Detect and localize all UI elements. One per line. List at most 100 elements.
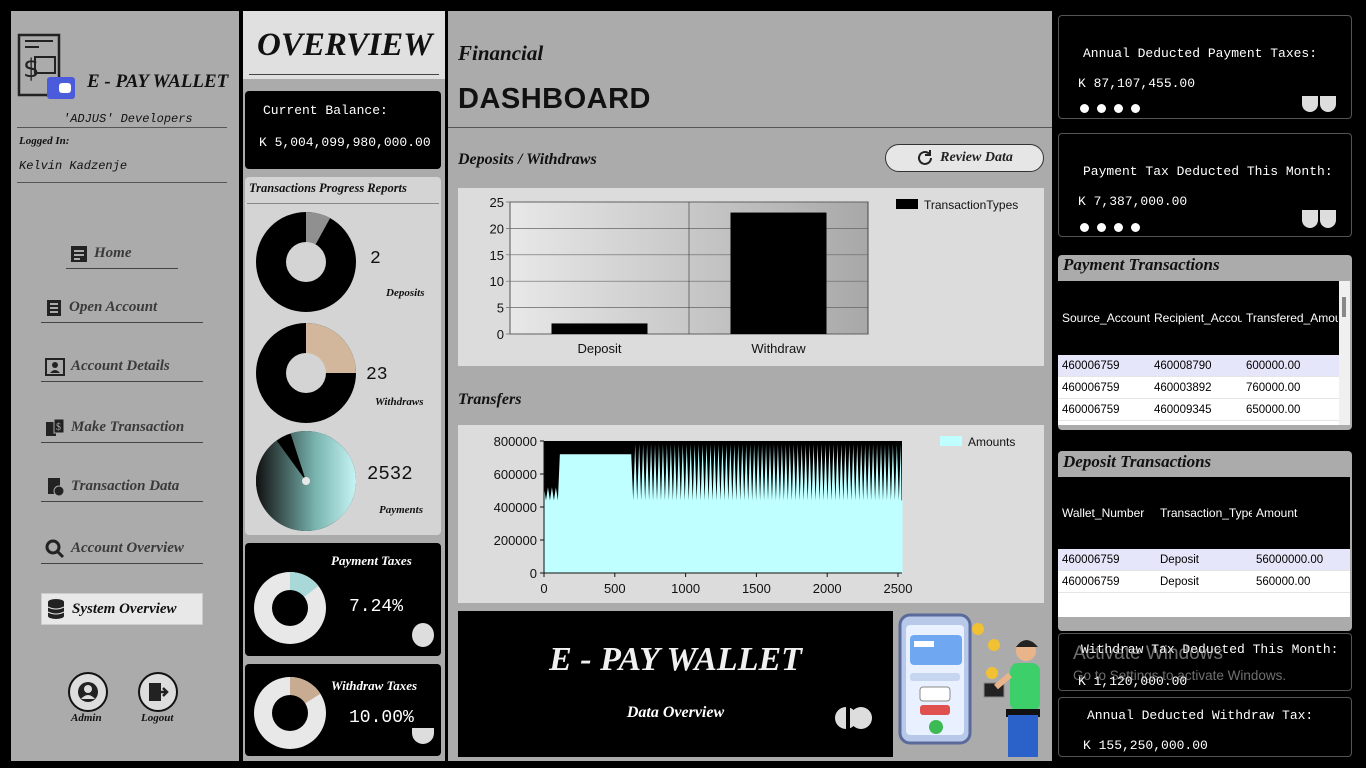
badge-icon <box>834 706 874 735</box>
annual-payment-tax-card: Annual Deducted Payment Taxes: K 87,107,… <box>1058 15 1352 119</box>
table-cell: 760000.00 <box>1246 381 1301 394</box>
legend-swatch <box>940 436 962 446</box>
nav-label: Account Overview <box>71 540 184 556</box>
monthly-payment-tax-value: K 7,387,000.00 <box>1078 194 1188 209</box>
review-data-label: Review Data <box>940 150 1013 165</box>
table-cell: Deposit <box>1160 553 1199 566</box>
x-tick-label: 0 <box>540 581 547 596</box>
legend-swatch <box>896 199 918 209</box>
nav-account-overview[interactable]: Account Overview <box>41 534 203 564</box>
banner-subtitle: Data Overview <box>626 704 725 721</box>
deposits-withdraws-chart: 25 20 15 10 5 0 Deposit Withdraw TransactionType… <box>458 188 1044 366</box>
table-row[interactable]: 460006759 Deposit 56000000.00 <box>1058 549 1350 571</box>
watermark-subtitle: Go to Settings to activate Windows. <box>1073 668 1287 683</box>
y-tick-label: 400000 <box>494 500 537 515</box>
column-header[interactable]: Transaction_Type <box>1156 506 1252 520</box>
column-header[interactable]: Recipient_Accour <box>1150 311 1242 325</box>
x-tick-label: 500 <box>604 581 626 596</box>
y-tick-label: 15 <box>490 248 504 263</box>
column-header[interactable]: Wallet_Number <box>1058 506 1156 520</box>
scrollbar-thumb[interactable] <box>1342 297 1346 317</box>
balance-value: K 5,004,099,980,000.00 <box>259 135 431 150</box>
database-icon <box>47 599 65 619</box>
donut-hole <box>272 695 308 731</box>
table-cell: 460006759 <box>1062 575 1120 588</box>
table-row[interactable]: 460006759 Deposit 560000.00 <box>1058 571 1350 593</box>
column-header[interactable]: Amount <box>1252 506 1348 520</box>
annual-withdraw-tax-value: K 155,250,000.00 <box>1083 738 1208 753</box>
withdraw-taxes-label: Withdraw Taxes <box>331 678 418 693</box>
nav-transaction-data[interactable]: Transaction Data <box>41 472 203 502</box>
badge-icon <box>1300 96 1338 119</box>
developers-label: 'ADJUS' Developers <box>59 112 197 126</box>
y-tick-label: 800000 <box>494 434 537 449</box>
phone-payment-illustration <box>898 611 1048 764</box>
table-header: Source_Account_ Recipient_Accour Transfe… <box>1058 281 1350 355</box>
y-tick-label: 600000 <box>494 467 537 482</box>
deposits-count: 2 <box>370 249 381 269</box>
badge-icon <box>1300 210 1338 235</box>
overview-panel: OVERVIEW Current Balance: K 5,004,099,98… <box>243 11 445 761</box>
annual-payment-tax-value: K 87,107,455.00 <box>1078 76 1196 91</box>
user-name: Kelvin Kadzenje <box>19 159 128 173</box>
annual-withdraw-tax-label: Annual Deducted Withdraw Tax: <box>1087 708 1314 723</box>
admin-button[interactable] <box>68 672 108 712</box>
table-row[interactable]: 460006759 460009345 650000.00 <box>1058 399 1350 421</box>
scrollbar[interactable] <box>1339 281 1350 425</box>
table-cell: 460006759 <box>1062 403 1120 416</box>
deposit-transactions-table[interactable]: Wallet_Number Transaction_Type Amount 46… <box>1058 477 1350 617</box>
bar <box>551 323 648 334</box>
area-base <box>544 500 903 573</box>
bar <box>730 212 827 334</box>
masked-dots <box>1080 100 1148 118</box>
dashboard-title: DASHBOARD <box>458 83 651 115</box>
x-tick-label: Withdraw <box>751 341 806 356</box>
svg-text:$: $ <box>56 422 61 433</box>
nav-system-overview[interactable]: System Overview <box>41 593 203 625</box>
logout-icon <box>149 683 169 701</box>
masked-dots <box>1080 219 1148 237</box>
table-row[interactable]: 460006759 460003892 760000.00 <box>1058 377 1350 399</box>
payment-transactions-table[interactable]: Source_Account_ Recipient_Accour Transfe… <box>1058 281 1350 425</box>
table-cell: 600000.00 <box>1246 359 1301 372</box>
banner-title: E - PAY WALLET <box>549 641 802 678</box>
logout-label: Logout <box>141 712 174 724</box>
logged-in-label: Logged In: <box>19 135 70 147</box>
payment-transactions-title: Payment Transactions <box>1063 255 1220 274</box>
logout-button[interactable] <box>138 672 178 712</box>
y-tick-label: 200000 <box>494 533 537 548</box>
transfers-title: Transfers <box>458 391 522 408</box>
divider <box>247 203 439 204</box>
monthly-payment-tax-label: Payment Tax Deducted This Month: <box>1083 164 1333 179</box>
x-tick-label: 2000 <box>813 581 842 596</box>
payment-taxes-card: Payment Taxes 7.24% <box>245 543 441 656</box>
right-panel: Annual Deducted Payment Taxes: K 87,107,… <box>1055 11 1355 761</box>
table-row[interactable]: 460006759 460008790 600000.00 <box>1058 355 1350 377</box>
nav-account-details[interactable]: Account Details <box>41 352 203 382</box>
deposits-label: Deposits <box>386 287 425 299</box>
brand-banner: E - PAY WALLET Data Overview <box>458 611 893 757</box>
y-tick-label: 20 <box>490 221 504 236</box>
nav-label: Transaction Data <box>71 478 180 494</box>
area-chart-svg: 800000 600000 400000 200000 00 500 1000 1500 200… <box>494 434 1016 596</box>
overview-title: OVERVIEW <box>257 27 433 63</box>
pie-center <box>302 477 310 485</box>
svg-text:$: $ <box>23 54 40 84</box>
annual-withdraw-tax-card: Annual Deducted Withdraw Tax: K 155,250,… <box>1058 697 1352 757</box>
deposit-transactions-panel: Deposit Transactions Wallet_Number Trans… <box>1058 451 1352 631</box>
divider <box>17 127 227 128</box>
table-cell: 460006759 <box>1062 553 1120 566</box>
nav-label: Open Account <box>69 299 158 315</box>
table-cell: 56000000.00 <box>1256 553 1324 566</box>
payment-tax-donut <box>254 572 326 644</box>
nav-home[interactable]: Home <box>66 239 178 269</box>
nav-make-transaction[interactable]: $ Make Transaction <box>41 413 203 443</box>
transfers-chart: 800000 600000 400000 200000 0 0 500 1000 1500 200… <box>458 425 1044 603</box>
column-header[interactable]: Source_Account_ <box>1058 311 1150 325</box>
table-header: Wallet_Number Transaction_Type Amount <box>1058 477 1350 549</box>
admin-label: Admin <box>71 712 102 724</box>
nav-open-account[interactable]: Open Account <box>41 293 203 323</box>
review-data-button[interactable]: Review Data <box>885 144 1044 172</box>
column-header[interactable]: Transfered_Amour <box>1242 311 1338 325</box>
user-icon <box>78 682 98 702</box>
